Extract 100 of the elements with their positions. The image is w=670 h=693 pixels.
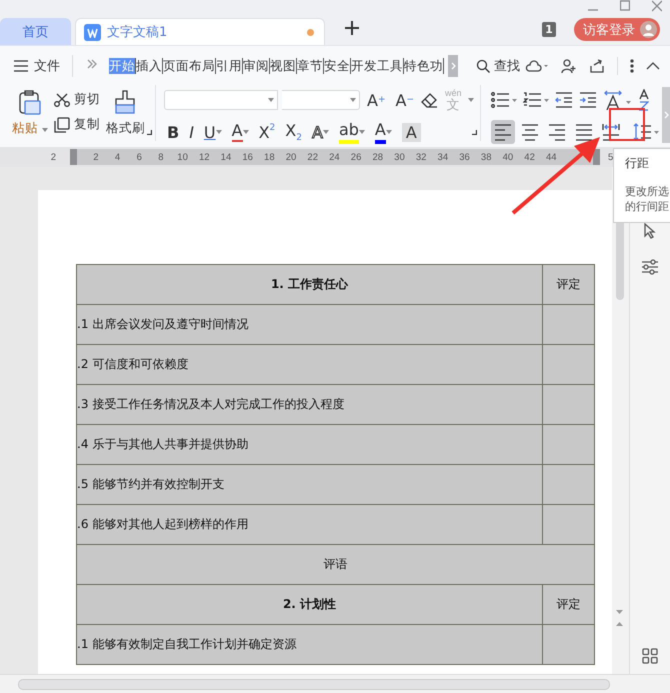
ribbon-tab[interactable]: 特色功 [404, 58, 444, 74]
search-icon [476, 58, 490, 72]
collapse-icon[interactable] [646, 62, 660, 70]
clipboard-icon [18, 90, 42, 116]
section-heading: 1. 工作责任心 [76, 264, 542, 304]
document-tab[interactable]: 文字文稿1 [75, 18, 325, 45]
ribbon-tab[interactable]: 视图 [270, 58, 297, 74]
ruler-label: 30 [393, 152, 406, 162]
document-app-icon [87, 26, 98, 38]
ruler-label: 6 [136, 152, 143, 162]
ruler-label: 38 [480, 152, 492, 162]
ribbon-tab[interactable]: 引用 [216, 58, 243, 74]
ruler-label: 42 [523, 152, 536, 162]
margin-marker[interactable] [70, 149, 77, 165]
ruler-label: 2 [92, 152, 100, 162]
ruler-label: 40 [502, 152, 514, 162]
ruler-label: 4 [114, 152, 122, 162]
align-left-icon [494, 122, 512, 142]
font-size-field[interactable] [282, 90, 360, 110]
ruler-label: 32 [414, 152, 428, 162]
align-justify-icon [574, 122, 592, 142]
grid-icon[interactable] [642, 648, 658, 664]
subscript-button[interactable]: X$_{2}$ [282, 120, 305, 144]
ribbon-tab[interactable]: 安全 [324, 58, 351, 74]
caret-icon [242, 130, 249, 134]
scroll-up-icon[interactable] [616, 622, 623, 626]
rating-cell [542, 304, 594, 344]
ruler-label: 34 [436, 152, 450, 162]
tooltip-title: 行距 [625, 155, 650, 172]
italic-button[interactable]: I [186, 120, 197, 144]
criterion-cell: .3 接受工作任务情况及本人对完成工作的投入程度 [76, 384, 542, 424]
horizontal-scrollbar-thumb[interactable] [18, 678, 610, 690]
ribbon-tab[interactable]: 章节 [297, 58, 324, 74]
align-center-icon [520, 122, 538, 142]
rating-cell [542, 344, 594, 384]
criterion-cell: .6 能够对其他人起到榜样的作用 [76, 504, 542, 544]
dialog-launcher-icon[interactable] [146, 130, 152, 135]
ribbon-tab[interactable]: 插入 [136, 58, 163, 74]
scissors-icon [54, 92, 70, 106]
chevrons-icon[interactable] [87, 59, 97, 69]
ruler-label: 28 [371, 152, 384, 162]
underline-button[interactable]: U [200, 120, 225, 144]
font-name-field[interactable] [164, 90, 278, 110]
scroll-down-icon[interactable] [616, 610, 623, 614]
tooltip-description: 更改所选 的行间距 [625, 184, 670, 214]
search-button[interactable]: 查找 [476, 56, 520, 74]
ruler-label: 5 [608, 152, 614, 162]
ruler-label: 8 [157, 152, 165, 162]
sliders-icon[interactable] [641, 259, 659, 275]
margin-marker[interactable] [593, 149, 600, 165]
ribbon-tab[interactable]: 审阅 [243, 58, 270, 74]
ruler-label: 44 [544, 152, 558, 162]
decrease-indent-icon[interactable] [554, 92, 572, 108]
dialog-launcher-icon[interactable] [472, 130, 476, 135]
home-tab[interactable]: 首页 [0, 18, 71, 45]
copy-button[interactable]: 复制 [52, 116, 102, 133]
rating-cell [542, 624, 594, 664]
menu-icon [14, 60, 28, 72]
ribbon-tab[interactable]: 开发工具 [351, 58, 404, 74]
paint-brush-icon [114, 90, 136, 116]
text-effect-button[interactable]: A [308, 120, 332, 144]
cut-button[interactable]: 剪切 [52, 91, 102, 108]
eraser-icon[interactable] [420, 92, 439, 108]
bold-button[interactable]: B [164, 120, 182, 144]
superscript-button[interactable]: X$^{2}$ [256, 120, 278, 144]
window-count-badge[interactable]: 1 [542, 22, 556, 37]
rating-heading: 评定 [542, 264, 594, 304]
caret-icon [358, 130, 365, 134]
align-left-button[interactable] [490, 120, 514, 144]
bullet-list-icon[interactable] [490, 92, 516, 108]
increase-indent-icon[interactable] [578, 92, 596, 108]
ruler-label: 36 [458, 152, 471, 162]
comment-cell: 评语 [76, 544, 594, 584]
ribbon-tab[interactable]: 页面布局 [163, 58, 216, 74]
pointer-icon[interactable] [644, 223, 656, 239]
add-user-icon[interactable] [561, 58, 577, 74]
ruler-label: 16 [241, 152, 254, 162]
shrink-font-button[interactable]: A$^{−}$ [392, 88, 417, 112]
ruler-label: 10 [176, 152, 189, 162]
sort-icon[interactable] [638, 89, 648, 111]
more-icon[interactable] [630, 58, 634, 72]
share-icon[interactable] [589, 58, 605, 74]
cloud-icon[interactable] [525, 58, 549, 72]
align-distributed-icon [602, 122, 620, 142]
strikethrough-button[interactable]: A [228, 120, 252, 144]
format-painter-button[interactable]: 格式刷 [102, 88, 149, 139]
file-menu[interactable]: 文件 [14, 54, 73, 76]
highlight-frame [609, 108, 645, 141]
character-spacing-icon[interactable] [602, 90, 632, 110]
ruler-label: 18 [263, 152, 276, 162]
grow-font-button[interactable]: A$^{+}$ [364, 88, 388, 112]
criterion-cell: .4 乐于与其他人共事并提供协助 [76, 424, 542, 464]
numbered-list-icon[interactable] [522, 92, 548, 108]
paste-button[interactable]: 粘贴 [8, 88, 52, 139]
line-spacing-icon [632, 123, 660, 141]
criterion-cell: .2 可信度和可依赖度 [76, 344, 542, 384]
close-icon[interactable] [652, 0, 662, 12]
caret-icon [468, 98, 474, 102]
new-tab-icon[interactable] [345, 21, 359, 35]
maximize-icon[interactable] [620, 0, 630, 12]
